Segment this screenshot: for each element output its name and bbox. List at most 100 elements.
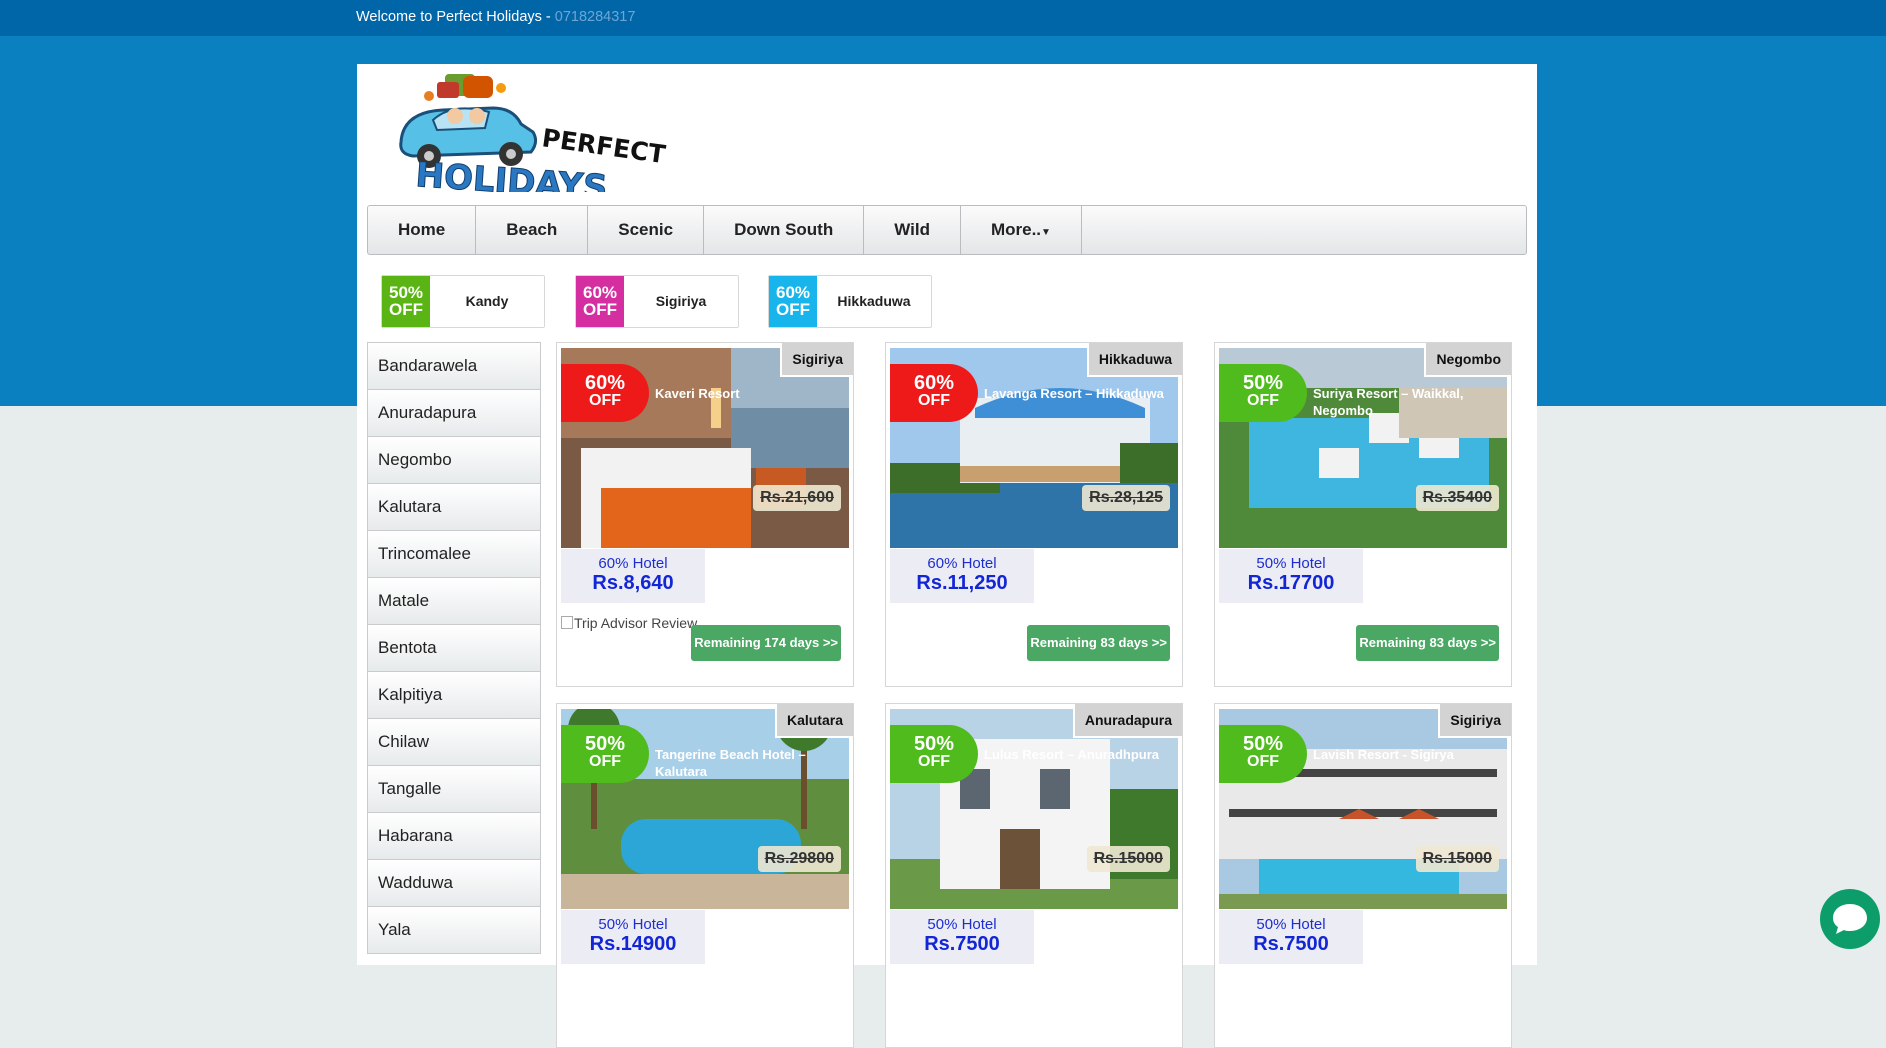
old-price: Rs.35400 <box>1415 485 1499 511</box>
nav-more-label: More.. <box>990 220 1042 239</box>
discount-badge: 50% OFF <box>1219 364 1307 422</box>
promo-badge: 60% OFF <box>576 276 624 327</box>
hotel-name[interactable]: Suriya Resort – Waikkal, Negombo <box>1313 385 1503 419</box>
main-nav: Home Beach Scenic Down South Wild More..… <box>367 205 1527 255</box>
price-value: Rs.11,250 <box>916 572 1008 594</box>
discount-badge: 50% OFF <box>1219 725 1307 783</box>
sidebar-item-habarana[interactable]: Habarana <box>368 813 540 860</box>
promo-kandy[interactable]: 50% OFF Kandy <box>381 275 545 328</box>
location-tag: Kalutara <box>774 704 853 738</box>
discount-off: OFF <box>918 392 950 409</box>
promo-city: Sigiriya <box>655 293 707 309</box>
location-tag: Anuradapura <box>1072 704 1182 738</box>
trip-advisor-alt-text: Trip Advisor Review <box>574 615 698 631</box>
hotel-name[interactable]: Kaveri Resort <box>655 385 845 402</box>
price-value: Rs.7500 <box>1253 933 1329 955</box>
promo-off: OFF <box>389 300 423 319</box>
nav-beach[interactable]: Beach <box>476 206 589 254</box>
deal-card[interactable]: Kalutara 50% OFF Tangerine Beach Hotel – … <box>556 703 854 1048</box>
deal-card[interactable]: Sigiriya 60% OFF Kaveri Resort Rs.21,600 … <box>556 342 854 687</box>
old-price: Rs.15000 <box>1415 846 1499 872</box>
old-price: Rs.28,125 <box>1082 485 1170 511</box>
remaining-days-button[interactable]: Remaining 83 days >> <box>1027 625 1170 661</box>
top-bar: Welcome to Perfect Holidays - 0718284317 <box>0 0 1886 36</box>
price-value: Rs.8,640 <box>592 572 674 594</box>
perfect-holidays-logo[interactable]: PERFECT HOLIDAYS <box>393 72 668 192</box>
promo-badge: 60% OFF <box>769 276 817 327</box>
remaining-days-button[interactable]: Remaining 83 days >> <box>1356 625 1499 661</box>
remaining-days-button[interactable]: Remaining 174 days >> <box>691 625 841 661</box>
price-label: 50% Hotel <box>1256 916 1326 933</box>
price-box: 50% Hotel Rs.14900 <box>561 910 705 964</box>
logo-text-perfect: PERFECT <box>540 123 667 169</box>
sidebar-item-matale[interactable]: Matale <box>368 578 540 625</box>
deal-card[interactable]: Anuradapura 50% OFF Lulus Resort – Anurad… <box>885 703 1183 1048</box>
sidebar-item-yala[interactable]: Yala <box>368 907 540 953</box>
discount-badge: 60% OFF <box>890 364 978 422</box>
deal-card[interactable]: Hikkaduwa 60% OFF Lavanga Resort – Hikkad… <box>885 342 1183 687</box>
discount-off: OFF <box>1247 753 1279 770</box>
discount-percent: 50% <box>1242 733 1284 755</box>
discount-badge: 60% OFF <box>561 364 649 422</box>
trip-advisor-review[interactable]: Trip Advisor Review <box>561 615 697 631</box>
promo-percent: 60% <box>582 283 618 302</box>
sidebar-item-trincomalee[interactable]: Trincomalee <box>368 531 540 578</box>
discount-off: OFF <box>1247 392 1279 409</box>
price-label: 60% Hotel <box>598 555 668 572</box>
discount-percent: 60% <box>913 372 955 394</box>
sidebar-item-wadduwa[interactable]: Wadduwa <box>368 860 540 907</box>
sidebar-item-kalpitiya[interactable]: Kalpitiya <box>368 672 540 719</box>
old-price: Rs.21,600 <box>753 485 841 511</box>
hotel-name[interactable]: Tangerine Beach Hotel – Kalutara <box>655 746 845 780</box>
price-value: Rs.17700 <box>1247 572 1335 594</box>
sidebar-item-negombo[interactable]: Negombo <box>368 437 540 484</box>
hotel-name[interactable]: Lavanga Resort – Hikkaduwa <box>984 385 1174 402</box>
broken-image-icon <box>561 616 573 629</box>
promo-badge: 50% OFF <box>382 276 430 327</box>
nav-home[interactable]: Home <box>368 206 477 254</box>
promo-city: Kandy <box>465 293 509 309</box>
sidebar-item-kalutara[interactable]: Kalutara <box>368 484 540 531</box>
nav-scenic[interactable]: Scenic <box>588 206 705 254</box>
promo-percent: 50% <box>388 283 424 302</box>
price-box: 50% Hotel Rs.17700 <box>1219 549 1363 603</box>
location-tag: Sigiriya <box>780 343 853 377</box>
price-box: 60% Hotel Rs.8,640 <box>561 549 705 603</box>
nav-down-south[interactable]: Down South <box>704 206 865 254</box>
price-box: 60% Hotel Rs.11,250 <box>890 549 1034 603</box>
sidebar-item-bandarawela[interactable]: Bandarawela <box>368 343 540 390</box>
old-price: Rs.29800 <box>757 846 841 872</box>
destination-sidebar: Bandarawela Anuradapura Negombo Kalutara… <box>367 342 541 954</box>
hotel-name[interactable]: Lavish Resort - Sigirya <box>1313 746 1503 763</box>
sidebar-item-tangalle[interactable]: Tangalle <box>368 766 540 813</box>
main-page: PERFECT HOLIDAYS Home Beach Scenic Down … <box>357 64 1537 1048</box>
discount-off: OFF <box>589 753 621 770</box>
sidebar-item-anuradapura[interactable]: Anuradapura <box>368 390 540 437</box>
location-tag: Hikkaduwa <box>1086 343 1182 377</box>
deal-card[interactable]: Negombo 50% OFF Suriya Resort – Waikkal, … <box>1214 342 1512 687</box>
price-label: 50% Hotel <box>1256 555 1326 572</box>
deal-card[interactable]: Sigiriya 50% OFF Lavish Resort - Sigirya … <box>1214 703 1512 1048</box>
chat-button[interactable] <box>1820 889 1880 949</box>
price-label: 50% Hotel <box>598 916 668 933</box>
sidebar-item-chilaw[interactable]: Chilaw <box>368 719 540 766</box>
price-box: 50% Hotel Rs.7500 <box>1219 910 1363 964</box>
sidebar-item-bentota[interactable]: Bentota <box>368 625 540 672</box>
welcome-text: Welcome to Perfect Holidays - 0718284317 <box>356 9 635 25</box>
location-tag: Sigiriya <box>1438 704 1511 738</box>
price-label: 60% Hotel <box>927 555 997 572</box>
promo-hikkaduwa[interactable]: 60% OFF Hikkaduwa <box>768 275 932 328</box>
promo-percent: 60% <box>775 283 811 302</box>
hotel-name[interactable]: Lulus Resort – Anuradhpura <box>984 746 1174 763</box>
phone-number[interactable]: 0718284317 <box>555 9 636 25</box>
promo-city: Hikkaduwa <box>837 293 911 309</box>
discount-badge: 50% OFF <box>890 725 978 783</box>
old-price: Rs.15000 <box>1086 846 1170 872</box>
promo-sigiriya[interactable]: 60% OFF Sigiriya <box>575 275 739 328</box>
price-value: Rs.14900 <box>589 933 677 955</box>
nav-wild[interactable]: Wild <box>864 206 961 254</box>
nav-more[interactable]: More..▼ <box>961 206 1082 254</box>
discount-percent: 50% <box>913 733 955 755</box>
caret-down-icon: ▼ <box>1041 227 1051 238</box>
discount-off: OFF <box>918 753 950 770</box>
